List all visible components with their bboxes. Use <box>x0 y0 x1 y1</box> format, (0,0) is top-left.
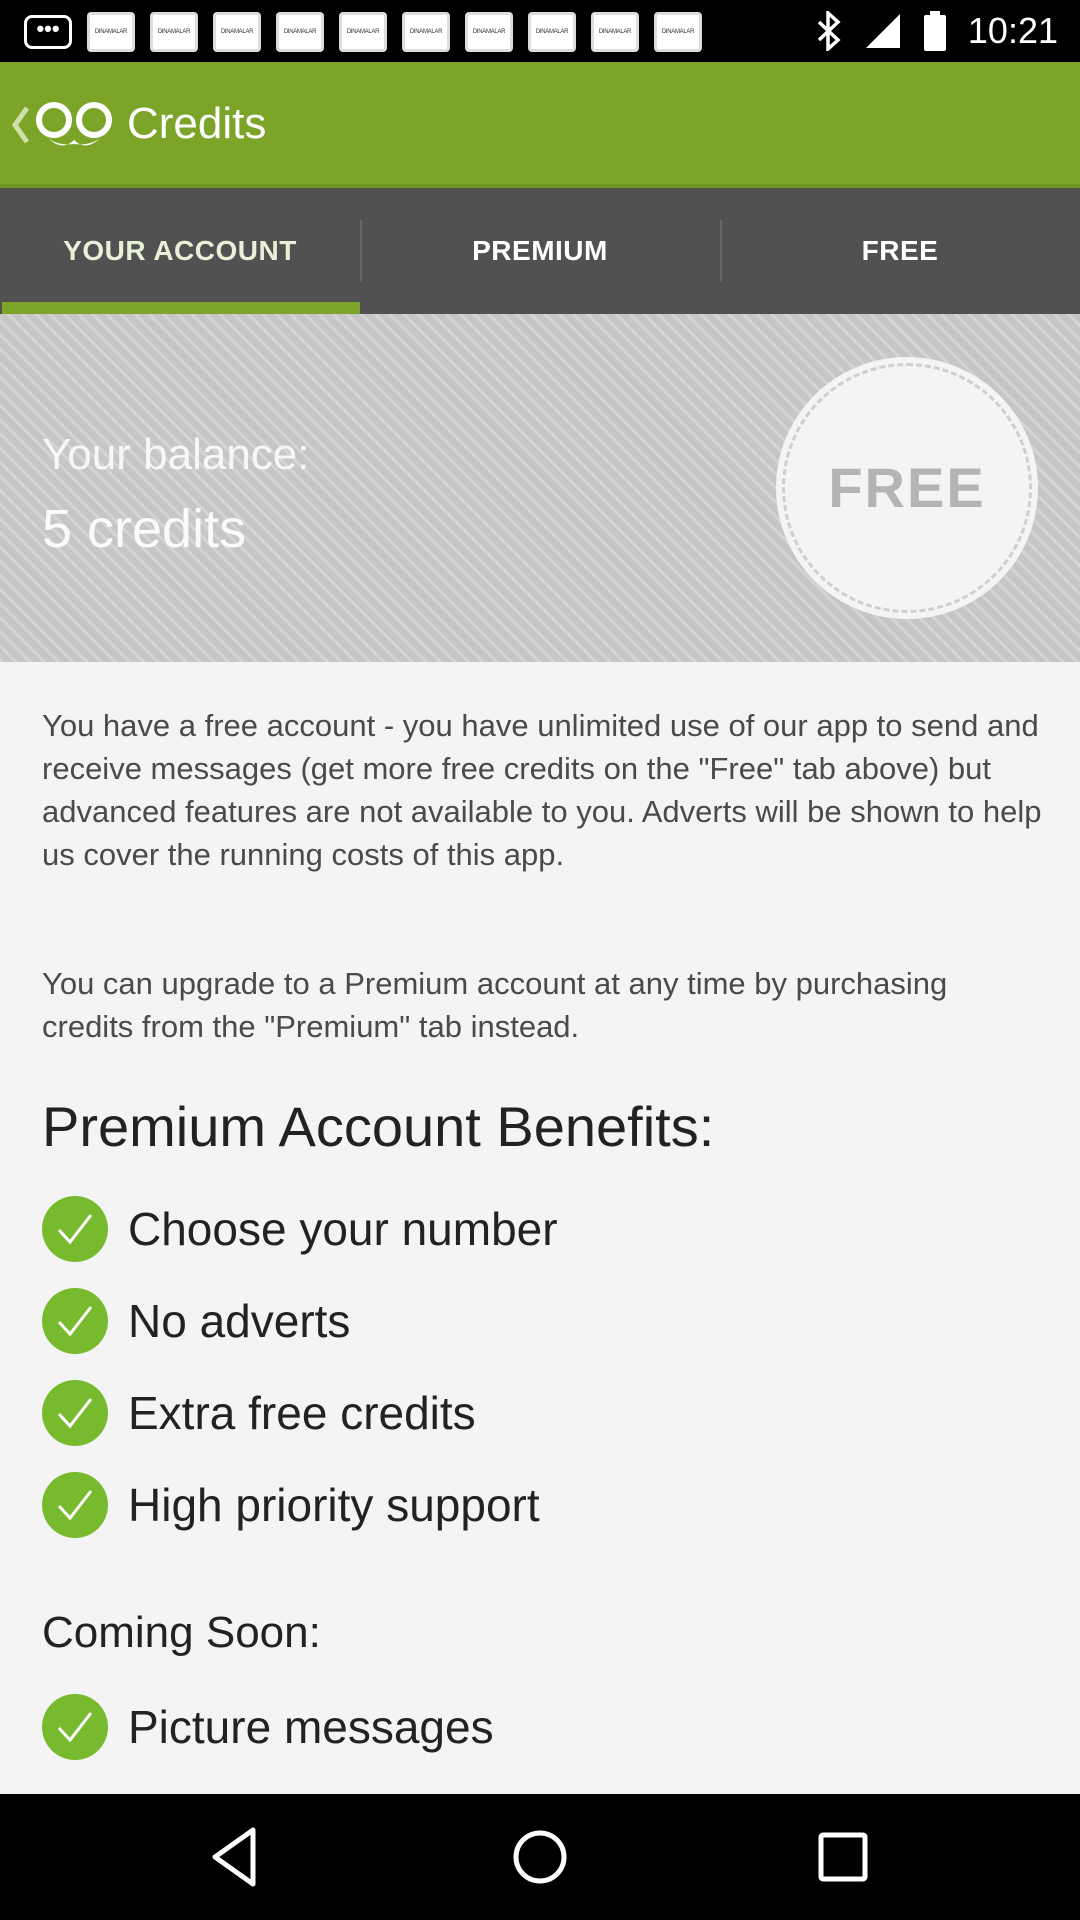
check-icon <box>42 1472 108 1538</box>
tab-your-account[interactable]: YOUR ACCOUNT <box>0 188 360 314</box>
check-icon <box>42 1694 108 1760</box>
back-triangle-icon[interactable] <box>203 1824 273 1890</box>
home-circle-icon[interactable] <box>505 1824 575 1890</box>
notification-thumb: DINAMALAR <box>276 12 324 52</box>
status-right: 10:21 <box>816 8 1058 54</box>
balance-label: Your balance: <box>42 430 310 479</box>
notification-thumb: DINAMALAR <box>654 12 702 52</box>
benefits-title: Premium Account Benefits: <box>42 1095 715 1158</box>
coming-soon-label: Picture messages <box>128 1701 494 1753</box>
app-bar: Credits <box>0 62 1080 188</box>
upgrade-description: You can upgrade to a Premium account at … <box>42 966 948 1044</box>
check-icon <box>42 1288 108 1354</box>
benefit-item: Choose your number <box>42 1196 558 1262</box>
app-logo-icon[interactable] <box>34 98 114 152</box>
free-badge-text: FREE <box>828 456 986 519</box>
tab-free[interactable]: FREE <box>720 188 1080 314</box>
bluetooth-icon <box>817 11 841 51</box>
balance-banner: Your balance: 5 credits FREE <box>0 314 1080 662</box>
page-title: Credits <box>127 99 267 148</box>
notification-thumb: DINAMALAR <box>528 12 576 52</box>
check-icon <box>42 1380 108 1446</box>
signal-icon <box>865 14 900 48</box>
account-content: You have a free account - you have unlim… <box>0 662 1080 1794</box>
check-icon <box>42 1196 108 1262</box>
free-badge: FREE <box>776 357 1038 619</box>
back-icon[interactable] <box>8 100 32 150</box>
benefit-item: High priority support <box>42 1472 540 1538</box>
notification-thumb: DINAMALAR <box>591 12 639 52</box>
benefit-item: No adverts <box>42 1288 350 1354</box>
recents-square-icon[interactable] <box>808 1824 878 1890</box>
tab-bar: YOUR ACCOUNT PREMIUM FREE <box>0 188 1080 314</box>
notification-thumb: DINAMALAR <box>87 12 135 52</box>
notification-thumb: DINAMALAR <box>402 12 450 52</box>
battery-icon <box>923 11 946 51</box>
notification-thumb: DINAMALAR <box>465 12 513 52</box>
benefit-label: Extra free credits <box>128 1387 476 1439</box>
notification-thumb: DINAMALAR <box>339 12 387 52</box>
benefit-item: Extra free credits <box>42 1380 476 1446</box>
status-bar: ••• DINAMALAR DINAMALAR DINAMALAR DINAMA… <box>0 0 1080 62</box>
notification-thumb: DINAMALAR <box>150 12 198 52</box>
notification-thumb: DINAMALAR <box>213 12 261 52</box>
benefit-label: No adverts <box>128 1295 351 1347</box>
status-time: 10:21 <box>967 10 1058 51</box>
benefit-label: Choose your number <box>128 1203 558 1255</box>
balance-value: 5 credits <box>42 499 247 559</box>
notification-icons: ••• DINAMALAR DINAMALAR DINAMALAR DINAMA… <box>24 12 702 52</box>
coming-soon-title: Coming Soon: <box>42 1608 321 1657</box>
more-dots-icon: ••• <box>24 15 72 49</box>
coming-soon-item: Picture messages <box>42 1694 494 1760</box>
benefit-label: High priority support <box>128 1479 540 1531</box>
system-nav-bar <box>0 1794 1080 1920</box>
tab-premium[interactable]: PREMIUM <box>360 188 720 314</box>
account-description: You have a free account - you have unlim… <box>42 708 1042 872</box>
